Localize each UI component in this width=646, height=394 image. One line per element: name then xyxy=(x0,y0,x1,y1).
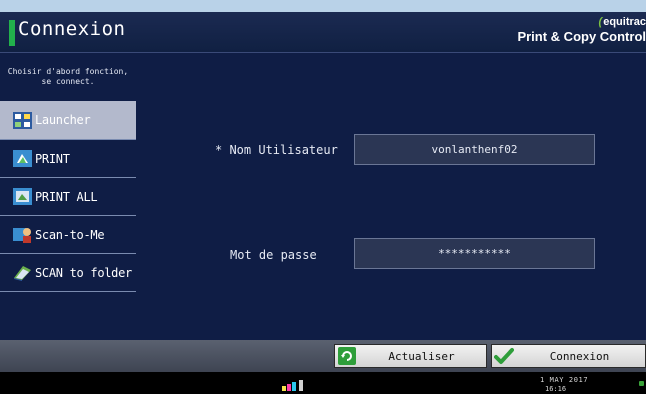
password-label: Mot de passe xyxy=(230,248,317,262)
login-screen: Connexion (equitrac Print & Copy Control… xyxy=(0,0,646,394)
scan-to-folder-icon xyxy=(14,266,31,281)
function-sidebar: Choisir d'abord fonction, se connect. La… xyxy=(0,53,136,340)
status-date: 1 MAY 2017 xyxy=(540,376,589,384)
action-bar: Actualiser Connexion xyxy=(0,340,646,372)
print-icon xyxy=(13,150,32,167)
login-button[interactable]: Connexion xyxy=(491,344,646,368)
login-label: Connexion xyxy=(549,349,610,363)
sidebar-item-label: SCAN to folder xyxy=(35,265,132,280)
status-time: 16:16 xyxy=(545,385,567,393)
status-bar: 1 MAY 2017 16:16 xyxy=(0,372,646,394)
brand-tagline: Print & Copy Control xyxy=(517,29,646,44)
header-bar: Connexion (equitrac Print & Copy Control xyxy=(0,12,646,53)
title-accent-bar xyxy=(9,20,15,46)
sidebar-item-label: PRINT ALL xyxy=(35,189,98,204)
sidebar-hint-line2: se connect. xyxy=(41,77,95,86)
sidebar-item-print[interactable]: PRINT xyxy=(0,140,136,178)
sidebar-item-scan-to-folder[interactable]: SCAN to folder xyxy=(0,254,136,292)
toner-level-icon xyxy=(282,380,303,391)
sidebar-item-label: Launcher xyxy=(35,113,91,127)
print-all-icon xyxy=(13,188,32,205)
brand-logo: (equitrac xyxy=(599,16,646,28)
main-panel: Choisir d'abord fonction, se connect. La… xyxy=(0,53,646,340)
sidebar-item-scan-to-me[interactable]: Scan-to-Me xyxy=(0,216,136,254)
brand-name: equitrac xyxy=(603,16,646,28)
refresh-label: Actualiser xyxy=(388,349,455,363)
refresh-icon xyxy=(338,347,356,365)
sidebar-hint: Choisir d'abord fonction, se connect. xyxy=(0,67,136,87)
sidebar-item-print-all[interactable]: PRINT ALL xyxy=(0,178,136,216)
status-indicator-icon xyxy=(639,381,644,386)
checkmark-icon xyxy=(494,348,514,364)
sidebar-hint-line1: Choisir d'abord fonction, xyxy=(7,67,129,76)
sidebar-item-label: Scan-to-Me xyxy=(35,227,105,242)
sidebar-item-launcher[interactable]: Launcher xyxy=(0,101,136,140)
brand-swoosh-icon: ( xyxy=(598,16,603,28)
password-field[interactable]: *********** xyxy=(354,238,595,269)
scan-to-me-icon xyxy=(13,228,31,243)
launcher-icon xyxy=(13,111,32,129)
username-field[interactable]: vonlanthenf02 xyxy=(354,134,595,165)
refresh-button[interactable]: Actualiser xyxy=(334,344,487,368)
username-label: * Nom Utilisateur xyxy=(215,143,338,157)
sidebar-item-label: PRINT xyxy=(35,151,70,166)
page-title: Connexion xyxy=(18,18,126,40)
